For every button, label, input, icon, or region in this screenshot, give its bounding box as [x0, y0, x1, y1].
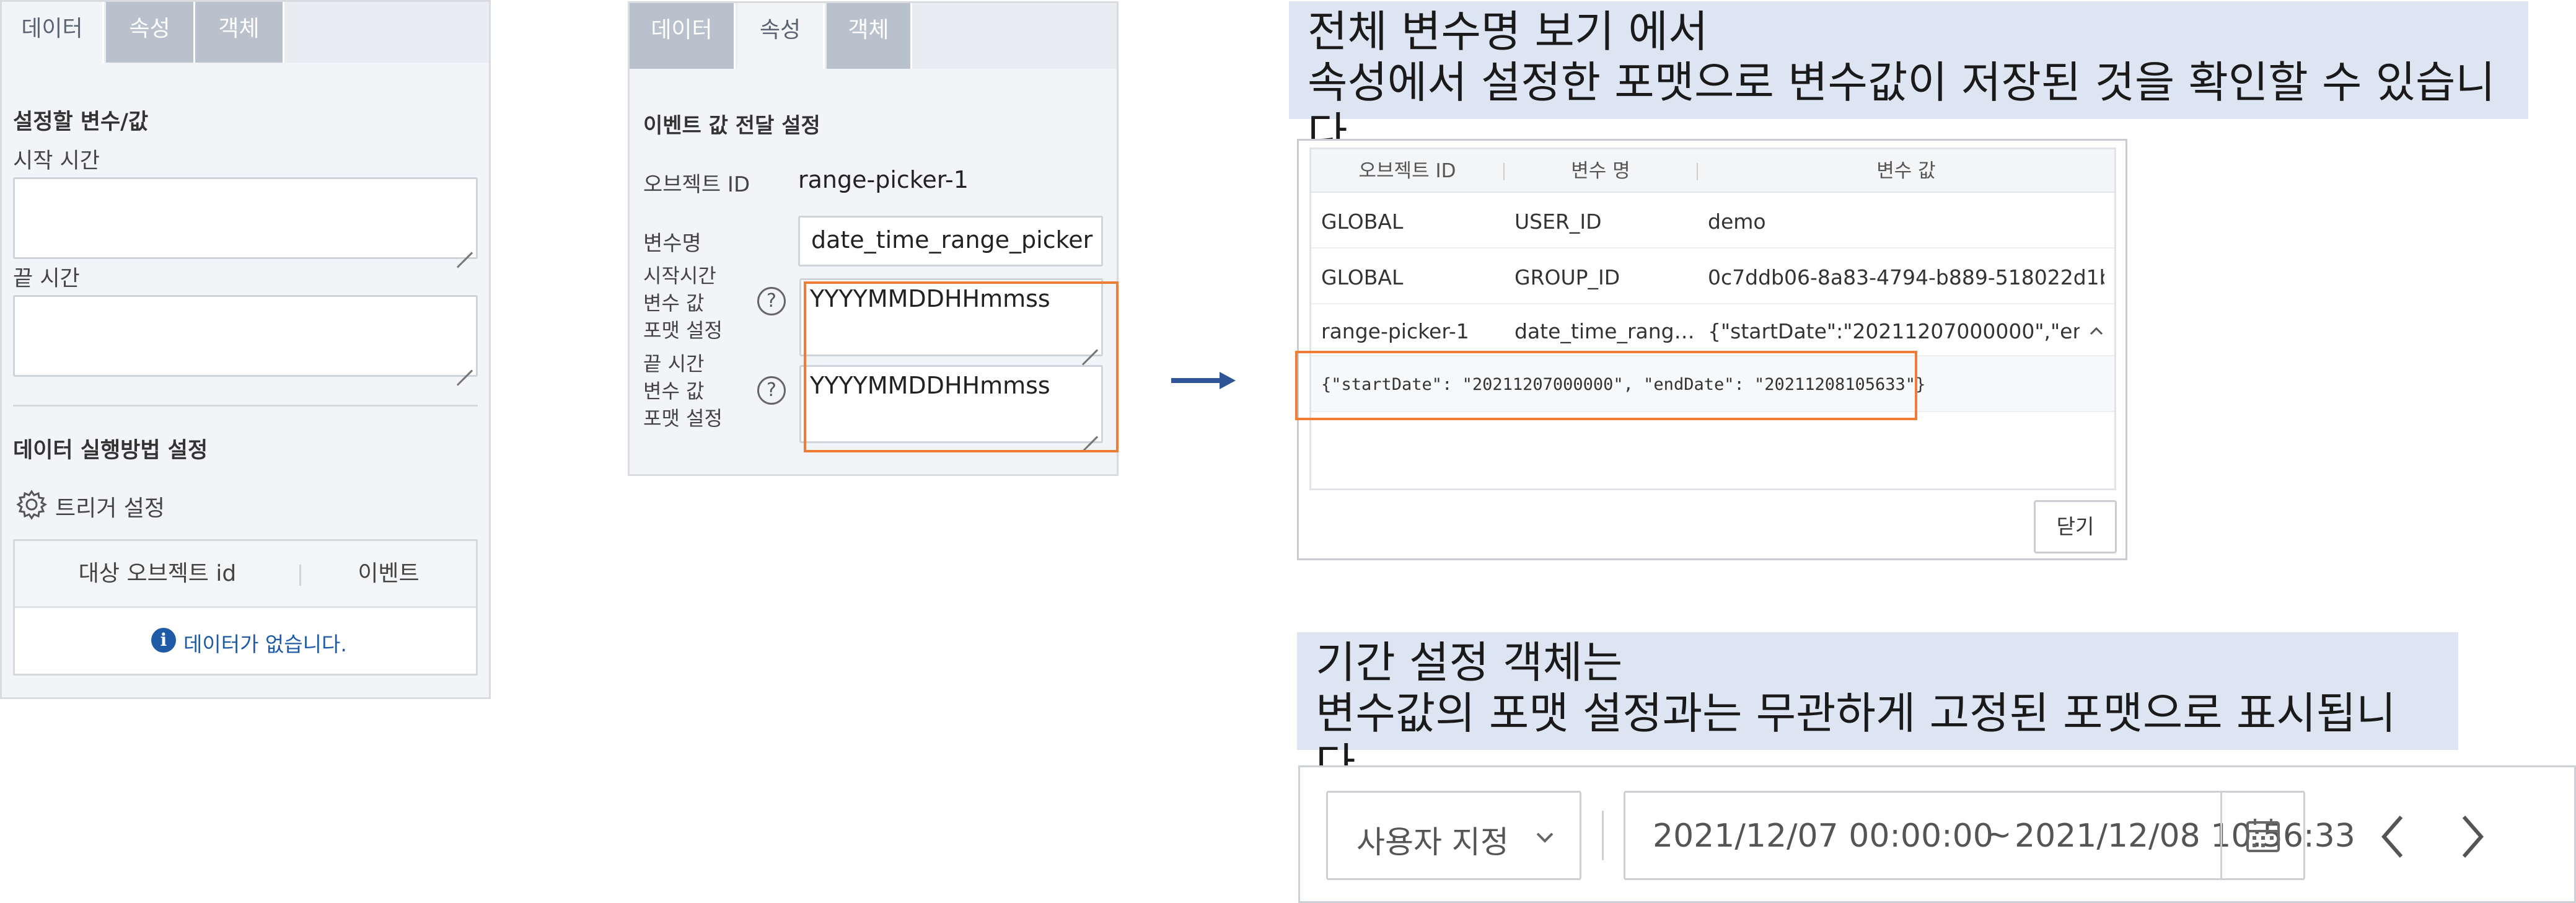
trigger-table: 대상 오브젝트 id 이벤트 i 데이터가 없습니다. [13, 539, 478, 676]
chevron-up-icon[interactable] [2087, 322, 2106, 340]
tab-data[interactable]: 데이터 [630, 3, 736, 69]
end-format-label-line: 끝 시간 [643, 352, 705, 376]
date-range-input[interactable]: 2021/12/07 00:00:00 ~ 2021/12/08 10:56:3… [1624, 791, 2355, 880]
cell-variable-name: GROUP_ID [1514, 265, 1620, 289]
object-id-label: 오브젝트 ID [643, 172, 750, 197]
chevron-down-icon [1532, 825, 1557, 850]
empty-message: 데이터가 없습니다. [183, 632, 347, 656]
caption-bottom: 기간 설정 객체는 변수값의 포맷 설정과는 무관하게 고정된 포맷으로 표시됩… [1297, 632, 2458, 790]
preset-select[interactable]: 사용자 지정 [1326, 791, 1581, 880]
help-icon[interactable]: ? [757, 287, 786, 315]
column-header-variable-name: 변수 명 [1571, 160, 1630, 182]
cell-object-id: range-picker-1 [1321, 319, 1469, 343]
data-settings-panel: 데이터 속성 객체 설정할 변수/값 시작 시간 끝 시간 데이터 실행방법 설… [0, 0, 491, 699]
exec-method-title: 데이터 실행방법 설정 [13, 438, 208, 463]
gear-icon[interactable] [15, 488, 48, 521]
tab-data[interactable]: 데이터 [2, 2, 104, 63]
divider [1602, 811, 1604, 860]
cell-variable-value: {"startDate":"20211207000000","endD… [1708, 319, 2080, 343]
end-datetime: 2021/12/08 10:56:33 [2015, 817, 2355, 855]
close-button[interactable]: 닫기 [2034, 500, 2117, 553]
tab-properties[interactable]: 속성 [737, 3, 825, 69]
divider [2220, 793, 2222, 878]
section-title-variables: 설정할 변수/값 [13, 110, 149, 134]
start-time-label: 시작 시간 [13, 149, 100, 174]
tab-object[interactable]: 객체 [195, 2, 284, 63]
start-format-label: 시작시간 변수 값 포맷 설정 [643, 262, 723, 344]
variable-name-label: 변수명 [643, 231, 701, 256]
panel-tab-bar: 데이터 속성 객체 [630, 3, 1117, 69]
cell-variable-name: date_time_rang… [1514, 319, 1694, 343]
table-row[interactable]: GLOBAL USER_ID demo [1311, 193, 2114, 249]
variable-table: 오브젝트 ID 변수 명 변수 값 GLOBAL USER_ID demo GL… [1309, 148, 2116, 490]
end-format-label: 끝 시간 변수 값 포맷 설정 [643, 350, 723, 432]
help-icon[interactable]: ? [757, 376, 786, 405]
start-format-label-line: 포맷 설정 [643, 319, 723, 342]
table-row[interactable]: range-picker-1 date_time_rang… {"startDa… [1311, 304, 2114, 356]
cell-variable-name: USER_ID [1514, 209, 1602, 234]
arrow-right-icon [1171, 370, 1236, 391]
table-header-row: 대상 오브젝트 id 이벤트 [15, 541, 476, 608]
variable-list-dialog: 오브젝트 ID 변수 명 변수 값 GLOBAL USER_ID demo GL… [1295, 139, 2127, 560]
table-row[interactable]: GLOBAL GROUP_ID 0c7ddb06-8a83-4794-b889-… [1311, 249, 2114, 304]
column-header-object-id: 오브젝트 ID [1358, 160, 1456, 182]
cell-variable-value: demo [1708, 209, 1766, 234]
resize-handle-icon[interactable] [456, 355, 473, 386]
end-time-label: 끝 시간 [13, 266, 80, 291]
value-highlight-box [1295, 351, 1917, 420]
start-format-label-line: 변수 값 [643, 291, 705, 315]
range-separator: ~ [1985, 816, 2012, 853]
chevron-right-icon[interactable] [2454, 812, 2491, 861]
caption-top: 전체 변수명 보기 에서 속성에서 설정한 포맷으로 변수값이 저장된 것을 확… [1289, 1, 2528, 159]
table-header-row: 오브젝트 ID 변수 명 변수 값 [1311, 149, 2114, 193]
column-header-object-id: 대상 오브젝트 id [78, 561, 237, 586]
end-time-textarea[interactable] [13, 295, 478, 386]
object-id-value: range-picker-1 [798, 166, 969, 193]
trigger-settings-label[interactable]: 트리거 설정 [55, 490, 165, 522]
tab-object[interactable]: 객체 [827, 3, 912, 69]
date-range-picker: 사용자 지정 2021/12/07 00:00:00 ~ 2021/12/08 … [1298, 765, 2576, 903]
calendar-icon[interactable] [2244, 816, 2282, 855]
start-datetime: 2021/12/07 00:00:00 [1653, 817, 1994, 855]
chevron-left-icon[interactable] [2374, 812, 2411, 861]
end-format-label-line: 변수 값 [643, 379, 705, 403]
start-format-label-line: 시작시간 [643, 264, 716, 288]
column-header-variable-value: 변수 값 [1876, 160, 1936, 182]
caption-top-line1: 전체 변수명 보기 에서 [1308, 6, 1708, 57]
tab-properties[interactable]: 속성 [106, 2, 195, 63]
info-icon: i [151, 628, 176, 653]
column-header-event: 이벤트 [358, 561, 420, 586]
panel-tab-bar: 데이터 속성 객체 [2, 2, 489, 63]
caption-bottom-line1: 기간 설정 객체는 [1316, 637, 1623, 688]
end-format-label-line: 포맷 설정 [643, 407, 723, 430]
format-highlight-box [804, 281, 1119, 452]
event-value-title: 이벤트 값 전달 설정 [643, 113, 820, 138]
property-settings-panel: 데이터 속성 객체 이벤트 값 전달 설정 오브젝트 ID range-pick… [628, 1, 1119, 476]
cell-object-id: GLOBAL [1321, 265, 1404, 289]
cell-variable-value: 0c7ddb06-8a83-4794-b889-518022d1be5b [1708, 265, 2104, 289]
divider [13, 405, 478, 407]
resize-handle-icon[interactable] [456, 237, 473, 268]
start-time-textarea[interactable] [13, 177, 478, 268]
variable-name-input[interactable]: date_time_range_picker [798, 216, 1103, 266]
cell-object-id: GLOBAL [1321, 209, 1404, 234]
preset-select-value: 사용자 지정 [1356, 824, 1509, 860]
